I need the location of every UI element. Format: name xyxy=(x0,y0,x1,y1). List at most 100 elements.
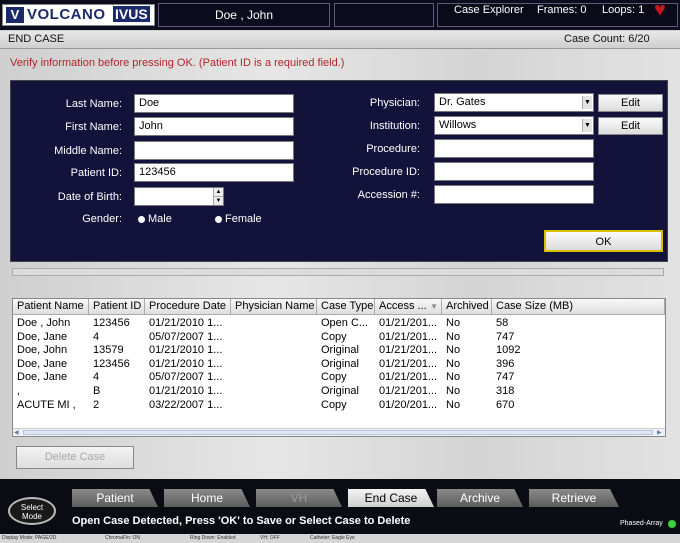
col-header-procedure-date[interactable]: Procedure Date xyxy=(145,299,231,315)
physician-edit-button[interactable]: Edit xyxy=(598,94,663,112)
table-cell[interactable]: 396 xyxy=(496,358,656,370)
tab-archive[interactable]: Archive xyxy=(437,489,523,507)
table-cell[interactable]: No xyxy=(446,344,492,356)
tab-end-case[interactable]: End Case xyxy=(348,489,434,507)
current-patient-name: Doe , John xyxy=(158,3,330,27)
table-cell[interactable]: Doe, Jane xyxy=(17,371,89,383)
table-cell[interactable]: 123456 xyxy=(93,317,145,329)
table-cell[interactable]: Doe , John xyxy=(17,317,89,329)
table-cell[interactable]: 01/21/201... xyxy=(379,371,442,383)
table-cell[interactable]: 01/21/201... xyxy=(379,358,442,370)
accession-field[interactable] xyxy=(434,185,594,204)
col-header-patient-name[interactable]: Patient Name xyxy=(13,299,89,315)
gender-female-radio[interactable] xyxy=(215,216,222,223)
institution-edit-button[interactable]: Edit xyxy=(598,117,663,135)
status-chromaflo: ChromaFlo: ON xyxy=(105,535,141,541)
col-header-access[interactable]: Access ... ▼ xyxy=(375,299,442,315)
table-cell[interactable]: 318 xyxy=(496,385,656,397)
table-cell[interactable]: 05/07/2007 1... xyxy=(149,331,231,343)
physician-select[interactable]: Dr. Gates ▼ xyxy=(434,93,594,112)
table-cell[interactable]: 01/21/2010 1... xyxy=(149,358,231,370)
table-cell[interactable]: Copy xyxy=(321,399,375,411)
table-cell[interactable]: 01/21/201... xyxy=(379,317,442,329)
procedure-id-field[interactable] xyxy=(434,162,594,181)
table-cell[interactable]: 58 xyxy=(496,317,656,329)
table-cell[interactable]: 13579 xyxy=(93,344,145,356)
gender-female-label[interactable]: Female xyxy=(225,213,262,225)
tab-vh[interactable]: VH xyxy=(256,489,342,507)
table-cell[interactable]: No xyxy=(446,399,492,411)
table-cell[interactable]: 01/21/201... xyxy=(379,385,442,397)
table-cell[interactable]: 01/21/201... xyxy=(379,331,442,343)
logo-mark: V xyxy=(6,7,24,23)
col-header-case-type[interactable]: Case Type xyxy=(317,299,375,315)
table-cell[interactable]: 670 xyxy=(496,399,656,411)
table-cell[interactable]: Open C... xyxy=(321,317,375,329)
table-cell[interactable]: 1092 xyxy=(496,344,656,356)
table-cell[interactable]: ACUTE MI , xyxy=(17,399,89,411)
table-cell[interactable]: , xyxy=(17,385,89,397)
col-header-case-size[interactable]: Case Size (MB) xyxy=(492,299,665,315)
dob-spinner[interactable]: ▲ ▼ xyxy=(213,188,223,205)
table-cell[interactable]: Original xyxy=(321,358,375,370)
verify-message: Verify information before pressing OK. (… xyxy=(10,57,345,69)
spin-up-icon[interactable]: ▲ xyxy=(214,188,223,197)
col-header-archived[interactable]: Archived xyxy=(442,299,492,315)
patient-id-field[interactable]: 123456 xyxy=(134,163,294,182)
table-cell[interactable]: No xyxy=(446,371,492,383)
procedure-label: Procedure: xyxy=(366,143,420,155)
tab-home[interactable]: Home xyxy=(164,489,250,507)
table-cell[interactable]: 123456 xyxy=(93,358,145,370)
select-mode-button[interactable]: Select Mode xyxy=(8,497,56,525)
table-cell[interactable]: No xyxy=(446,385,492,397)
institution-select[interactable]: Willows ▼ xyxy=(434,116,594,135)
table-cell[interactable]: 747 xyxy=(496,331,656,343)
scroll-right-icon[interactable]: ▶ xyxy=(657,429,662,436)
first-name-field[interactable]: John xyxy=(134,117,294,136)
table-cell[interactable]: Doe, John xyxy=(17,344,89,356)
table-cell[interactable]: No xyxy=(446,358,492,370)
table-cell[interactable]: No xyxy=(446,331,492,343)
table-cell[interactable]: No xyxy=(446,317,492,329)
sort-down-icon: ▼ xyxy=(430,302,438,311)
table-cell[interactable]: Original xyxy=(321,385,375,397)
col-header-physician-name[interactable]: Physician Name xyxy=(231,299,317,315)
table-cell[interactable]: B xyxy=(93,385,145,397)
table-cell[interactable]: 01/21/2010 1... xyxy=(149,385,231,397)
table-cell[interactable]: 03/22/2007 1... xyxy=(149,399,231,411)
spin-down-icon[interactable]: ▼ xyxy=(214,197,223,205)
horizontal-scrollbar[interactable]: ◀ ▶ xyxy=(13,428,665,436)
table-cell[interactable]: 2 xyxy=(93,399,145,411)
table-cell[interactable]: Copy xyxy=(321,331,375,343)
tab-patient[interactable]: Patient xyxy=(72,489,158,507)
table-cell[interactable]: 01/21/201... xyxy=(379,344,442,356)
scrollbar-thumb[interactable] xyxy=(23,430,653,435)
table-cell[interactable]: Original xyxy=(321,344,375,356)
gender-male-radio[interactable] xyxy=(138,216,145,223)
ok-button[interactable]: OK xyxy=(544,230,663,252)
status-display-mode: Display Mode: PAGE/2D xyxy=(2,535,57,541)
last-name-field[interactable]: Doe xyxy=(134,94,294,113)
case-count: Case Count: 6/20 xyxy=(564,33,650,45)
table-cell[interactable]: 01/21/2010 1... xyxy=(149,344,231,356)
case-explorer-label[interactable]: Case Explorer xyxy=(454,4,524,16)
table-cell[interactable]: Doe, Jane xyxy=(17,358,89,370)
tab-retrieve[interactable]: Retrieve xyxy=(529,489,619,507)
table-cell[interactable]: 4 xyxy=(93,331,145,343)
procedure-field[interactable] xyxy=(434,139,594,158)
table-cell[interactable]: 01/20/201... xyxy=(379,399,442,411)
scroll-left-icon[interactable]: ◀ xyxy=(14,429,19,436)
case-table[interactable]: Patient Name Patient ID Procedure Date P… xyxy=(12,298,666,437)
table-cell[interactable]: 01/21/2010 1... xyxy=(149,317,231,329)
table-cell[interactable]: 4 xyxy=(93,371,145,383)
table-cell[interactable]: Copy xyxy=(321,371,375,383)
dob-field[interactable]: ▲ ▼ xyxy=(134,187,224,206)
table-cell[interactable]: 747 xyxy=(496,371,656,383)
col-header-patient-id[interactable]: Patient ID xyxy=(89,299,145,315)
delete-case-button[interactable]: Delete Case xyxy=(16,446,134,469)
institution-label: Institution: xyxy=(369,120,420,132)
table-cell[interactable]: Doe, Jane xyxy=(17,331,89,343)
middle-name-field[interactable] xyxy=(134,141,294,160)
table-cell[interactable]: 05/07/2007 1... xyxy=(149,371,231,383)
gender-male-label[interactable]: Male xyxy=(148,213,172,225)
